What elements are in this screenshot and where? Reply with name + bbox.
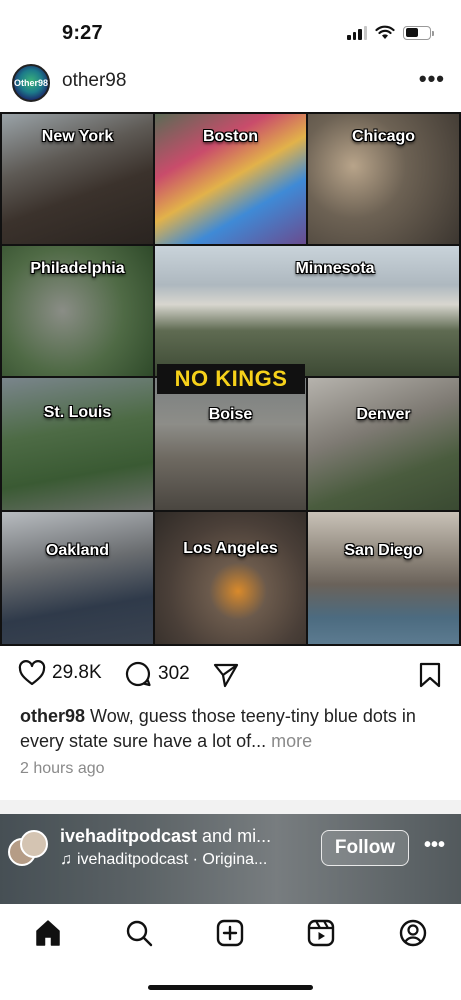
tile-label: Philadelphia (30, 260, 125, 277)
tile-los-angeles: Los Angeles (155, 512, 306, 644)
tile-label: San Diego (344, 542, 423, 559)
reel-title[interactable]: ivehaditpodcast and mi... (60, 826, 271, 847)
tile-label: Los Angeles (183, 540, 278, 557)
tile-label: Oakland (45, 542, 110, 559)
like-count: 29.8K (52, 662, 102, 683)
tile-label: Boise (208, 406, 253, 423)
reels-icon (307, 919, 335, 947)
nav-profile[interactable] (398, 918, 428, 948)
comment-count: 302 (158, 663, 190, 684)
tile-chicago: Chicago (308, 114, 459, 244)
post-username[interactable]: other98 (62, 70, 126, 92)
reel-title-rest: and mi... (202, 826, 272, 846)
tile-label: Chicago (351, 128, 416, 145)
avatar-logo-text: Other98 (14, 78, 49, 88)
wifi-icon (375, 25, 395, 39)
status-icons (347, 25, 434, 40)
nav-home[interactable] (33, 918, 63, 948)
like-button[interactable]: 29.8K (18, 660, 102, 686)
post-image[interactable]: New York Boston Chicago Philadelphia Min… (0, 112, 461, 646)
tile-san-diego: San Diego (308, 512, 459, 644)
avatar[interactable]: Other98 (12, 64, 50, 102)
home-icon (36, 920, 60, 946)
home-indicator (148, 985, 313, 990)
bottom-nav (0, 904, 461, 1000)
bookmark-icon (419, 662, 441, 688)
nav-search[interactable] (124, 918, 154, 948)
status-time: 9:27 (62, 22, 103, 44)
create-icon (216, 919, 244, 947)
avatar (20, 830, 48, 858)
search-icon (126, 920, 153, 947)
tile-boston: Boston (155, 114, 306, 244)
reel-username: ivehaditpodcast (60, 826, 198, 846)
tile-label: Denver (356, 406, 411, 423)
next-reel-preview[interactable]: ivehaditpodcast and mi... ♫ ivehaditpodc… (0, 814, 461, 904)
caption-more-link[interactable]: more (271, 731, 312, 751)
reel-audio-text: ivehaditpodcast · Origina... (77, 851, 268, 868)
tile-oakland: Oakland (2, 512, 153, 644)
tile-minnesota: Minnesota (155, 246, 459, 376)
more-options-icon[interactable]: ••• (419, 66, 445, 92)
comment-button[interactable]: 302 (124, 660, 190, 688)
post-caption: other98 Wow, guess those teeny-tiny blue… (20, 704, 445, 754)
tile-new-york: New York (2, 114, 153, 244)
status-bar: 9:27 (0, 0, 461, 68)
profile-icon (399, 919, 427, 947)
tile-label: Minnesota (295, 260, 375, 277)
save-button[interactable] (418, 662, 442, 688)
follow-button[interactable]: Follow (321, 830, 409, 866)
share-button[interactable] (212, 662, 240, 688)
banner-text: NO KINGS (174, 366, 288, 391)
music-note-icon: ♫ (60, 851, 72, 868)
reel-audio[interactable]: ♫ ivehaditpodcast · Origina... (60, 851, 267, 869)
no-kings-banner: NO KINGS (157, 364, 305, 394)
tile-philadelphia: Philadelphia (2, 246, 153, 376)
tile-label: St. Louis (43, 404, 112, 421)
reel-avatars[interactable] (8, 830, 48, 870)
comment-icon (125, 661, 151, 687)
reel-more-options-icon[interactable]: ••• (424, 834, 445, 857)
tile-denver: Denver (308, 378, 459, 510)
feed-divider (0, 800, 461, 814)
tile-st-louis: St. Louis (2, 378, 153, 510)
battery-icon (403, 25, 434, 40)
heart-icon (18, 660, 46, 686)
post-actions: 29.8K 302 (0, 656, 461, 696)
tile-label: New York (41, 128, 114, 145)
signal-icon (347, 25, 367, 40)
nav-reels[interactable] (306, 918, 336, 948)
tile-label: Boston (202, 128, 259, 145)
nav-create[interactable] (215, 918, 245, 948)
tile-boise: Boise (155, 378, 306, 510)
share-icon (213, 663, 239, 688)
post-timestamp: 2 hours ago (20, 760, 105, 777)
post-header: Other98 other98 ••• (0, 60, 461, 104)
caption-username[interactable]: other98 (20, 706, 85, 726)
